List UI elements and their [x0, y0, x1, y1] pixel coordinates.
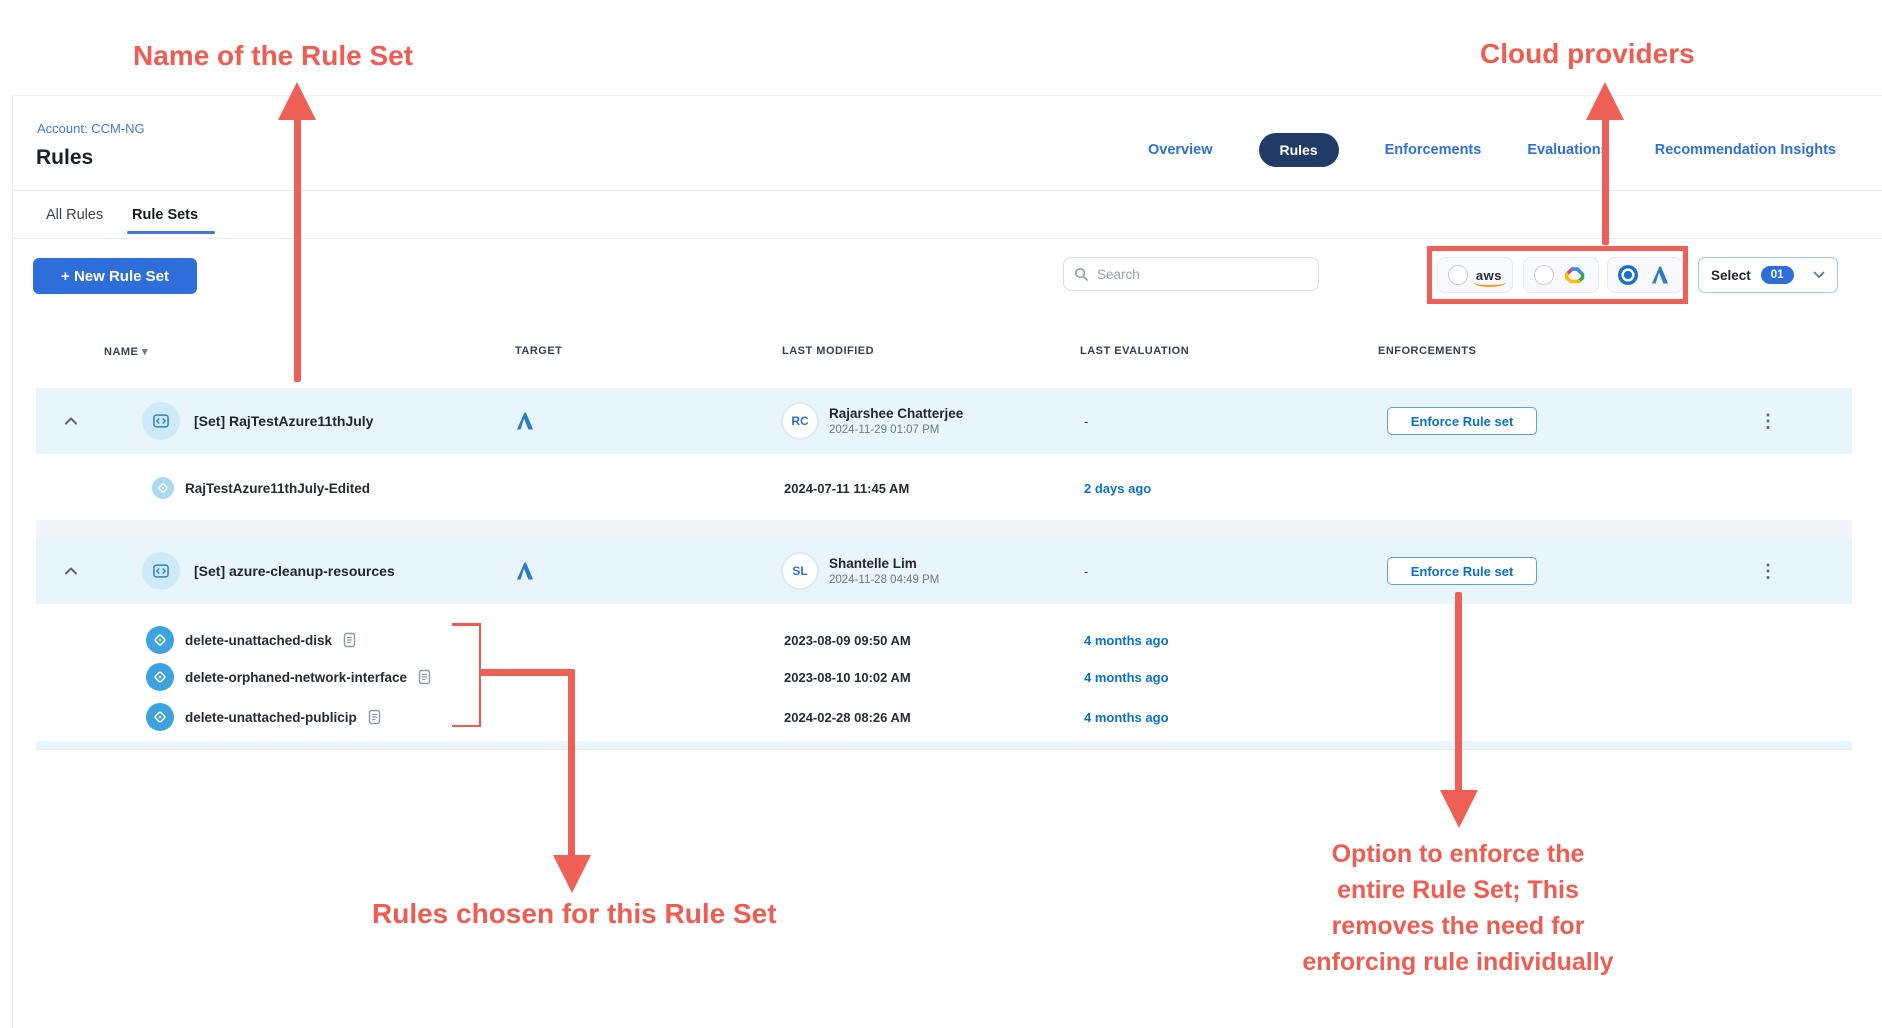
- active-tab-underline: [127, 231, 215, 234]
- search-box[interactable]: [1063, 257, 1319, 291]
- enforce-rule-set-button[interactable]: Enforce Rule set: [1387, 557, 1537, 585]
- search-icon: [1074, 267, 1089, 282]
- annotation-elbow-horizontal: [480, 669, 575, 676]
- rule-row[interactable]: delete-orphaned-network-interface: [146, 663, 431, 691]
- rule-icon: [146, 626, 174, 654]
- rules-page: Account: CCM-NG Rules Overview Rules Enf…: [0, 0, 1882, 1028]
- rule-set-name-cell[interactable]: [Set] RajTestAzure11thJuly: [142, 402, 373, 440]
- select-count-badge: 01: [1761, 266, 1794, 284]
- modified-at: 2024-11-29 01:07 PM: [829, 424, 963, 436]
- rule-name: RajTestAzure11thJuly-Edited: [185, 481, 370, 496]
- annotation-arrow-down: [1440, 790, 1478, 828]
- tab-rule-sets[interactable]: Rule Sets: [132, 207, 198, 223]
- collapse-chevron-icon[interactable]: [62, 412, 80, 430]
- rule-set-name: [Set] azure-cleanup-resources: [194, 563, 395, 579]
- nav-recommendation-insights[interactable]: Recommendation Insights: [1655, 142, 1836, 158]
- col-header-enforcements: ENFORCEMENTS: [1378, 345, 1476, 357]
- sort-desc-icon[interactable]: ▾: [142, 346, 148, 358]
- azure-target-icon: [513, 409, 537, 433]
- row-menu-kebab-icon[interactable]: ⋮: [1759, 412, 1777, 430]
- annotation-name-of-rule-set: Name of the Rule Set: [133, 40, 413, 72]
- annotation-arrow-down: [553, 855, 591, 893]
- annotation-enforce-note: Option to enforce the entire Rule Set; T…: [1288, 836, 1628, 980]
- rule-set-name: [Set] RajTestAzure11thJuly: [194, 413, 373, 429]
- rule-set-name-cell[interactable]: [Set] azure-cleanup-resources: [142, 552, 395, 590]
- azure-target-icon: [513, 559, 537, 583]
- copy-icon[interactable]: [368, 709, 381, 725]
- rule-last-modified: 2024-02-28 08:26 AM: [784, 710, 911, 725]
- rule-last-modified: 2023-08-09 09:50 AM: [784, 633, 911, 648]
- modified-at: 2024-11-28 04:49 PM: [829, 574, 939, 586]
- annotation-arrow-shaft: [1455, 592, 1462, 792]
- rule-name: delete-unattached-publicip: [185, 710, 357, 725]
- annotation-rules-chosen: Rules chosen for this Rule Set: [372, 898, 777, 930]
- left-panel-border: [12, 95, 13, 1028]
- last-evaluation-empty: -: [1084, 564, 1088, 579]
- select-label: Select: [1711, 268, 1751, 283]
- top-nav: Overview Rules Enforcements Evaluations …: [1148, 133, 1836, 167]
- rule-name: delete-unattached-disk: [185, 633, 332, 648]
- annotation-cloud-providers: Cloud providers: [1480, 38, 1695, 70]
- group-separator: [36, 520, 1852, 538]
- rule-icon: [146, 663, 174, 691]
- modified-by-avatar: SL: [781, 552, 819, 590]
- annotation-box-cloud-providers: [1427, 246, 1688, 304]
- rule-row[interactable]: RajTestAzure11thJuly-Edited: [152, 477, 370, 499]
- collapse-chevron-icon[interactable]: [62, 562, 80, 580]
- chevron-down-icon: [1813, 271, 1825, 279]
- col-header-last-evaluation: LAST EVALUATION: [1080, 345, 1189, 357]
- annotation-arrow-shaft: [1602, 116, 1609, 245]
- enforce-rule-set-button[interactable]: Enforce Rule set: [1387, 407, 1537, 435]
- modified-by-cell: Shantelle Lim 2024-11-28 04:49 PM: [829, 556, 939, 586]
- nav-rules-active[interactable]: Rules: [1259, 133, 1339, 167]
- modified-by-avatar: RC: [781, 402, 819, 440]
- rule-row[interactable]: delete-unattached-publicip: [146, 703, 381, 731]
- col-header-target: TARGET: [515, 345, 562, 357]
- row-menu-kebab-icon[interactable]: ⋮: [1759, 562, 1777, 580]
- nav-overview[interactable]: Overview: [1148, 142, 1213, 158]
- rule-icon: [152, 477, 174, 499]
- rule-row[interactable]: delete-unattached-disk: [146, 626, 356, 654]
- new-rule-set-button[interactable]: + New Rule Set: [33, 258, 197, 294]
- select-dropdown[interactable]: Select 01: [1698, 257, 1838, 293]
- nav-enforcements[interactable]: Enforcements: [1385, 142, 1482, 158]
- modified-by-cell: Rajarshee Chatterjee 2024-11-29 01:07 PM: [829, 406, 963, 436]
- rule-last-evaluation-link[interactable]: 4 months ago: [1084, 633, 1169, 648]
- rule-last-evaluation-link[interactable]: 2 days ago: [1084, 481, 1151, 496]
- annotation-elbow-vertical: [568, 669, 575, 857]
- copy-icon[interactable]: [343, 632, 356, 648]
- page-title: Rules: [36, 146, 93, 170]
- rule-last-evaluation-link[interactable]: 4 months ago: [1084, 670, 1169, 685]
- rule-last-evaluation-link[interactable]: 4 months ago: [1084, 710, 1169, 725]
- annotation-arrow-up: [1586, 82, 1624, 120]
- annotation-arrow-shaft: [294, 116, 301, 382]
- copy-icon[interactable]: [418, 669, 431, 685]
- col-header-name[interactable]: NAME ▾: [104, 345, 148, 358]
- nav-evaluations[interactable]: Evaluations: [1527, 142, 1608, 158]
- modified-by-name: Rajarshee Chatterjee: [829, 406, 963, 421]
- rule-last-modified: 2024-07-11 11:45 AM: [784, 481, 909, 496]
- rule-set-icon: [142, 552, 180, 590]
- rule-last-modified: 2023-08-10 10:02 AM: [784, 670, 911, 685]
- col-header-last-modified: LAST MODIFIED: [782, 345, 874, 357]
- modified-by-name: Shantelle Lim: [829, 556, 939, 571]
- table-bottom-strip: [36, 741, 1852, 750]
- last-evaluation-empty: -: [1084, 414, 1088, 429]
- search-input[interactable]: [1097, 267, 1308, 282]
- rule-icon: [146, 703, 174, 731]
- annotation-bracket-top: [452, 623, 481, 626]
- tab-all-rules[interactable]: All Rules: [46, 207, 103, 223]
- rule-name: delete-orphaned-network-interface: [185, 670, 407, 685]
- annotation-arrow-up: [278, 82, 316, 120]
- annotation-bracket-bottom: [452, 725, 481, 728]
- account-breadcrumb[interactable]: Account: CCM-NG: [37, 121, 145, 136]
- rule-set-icon: [142, 402, 180, 440]
